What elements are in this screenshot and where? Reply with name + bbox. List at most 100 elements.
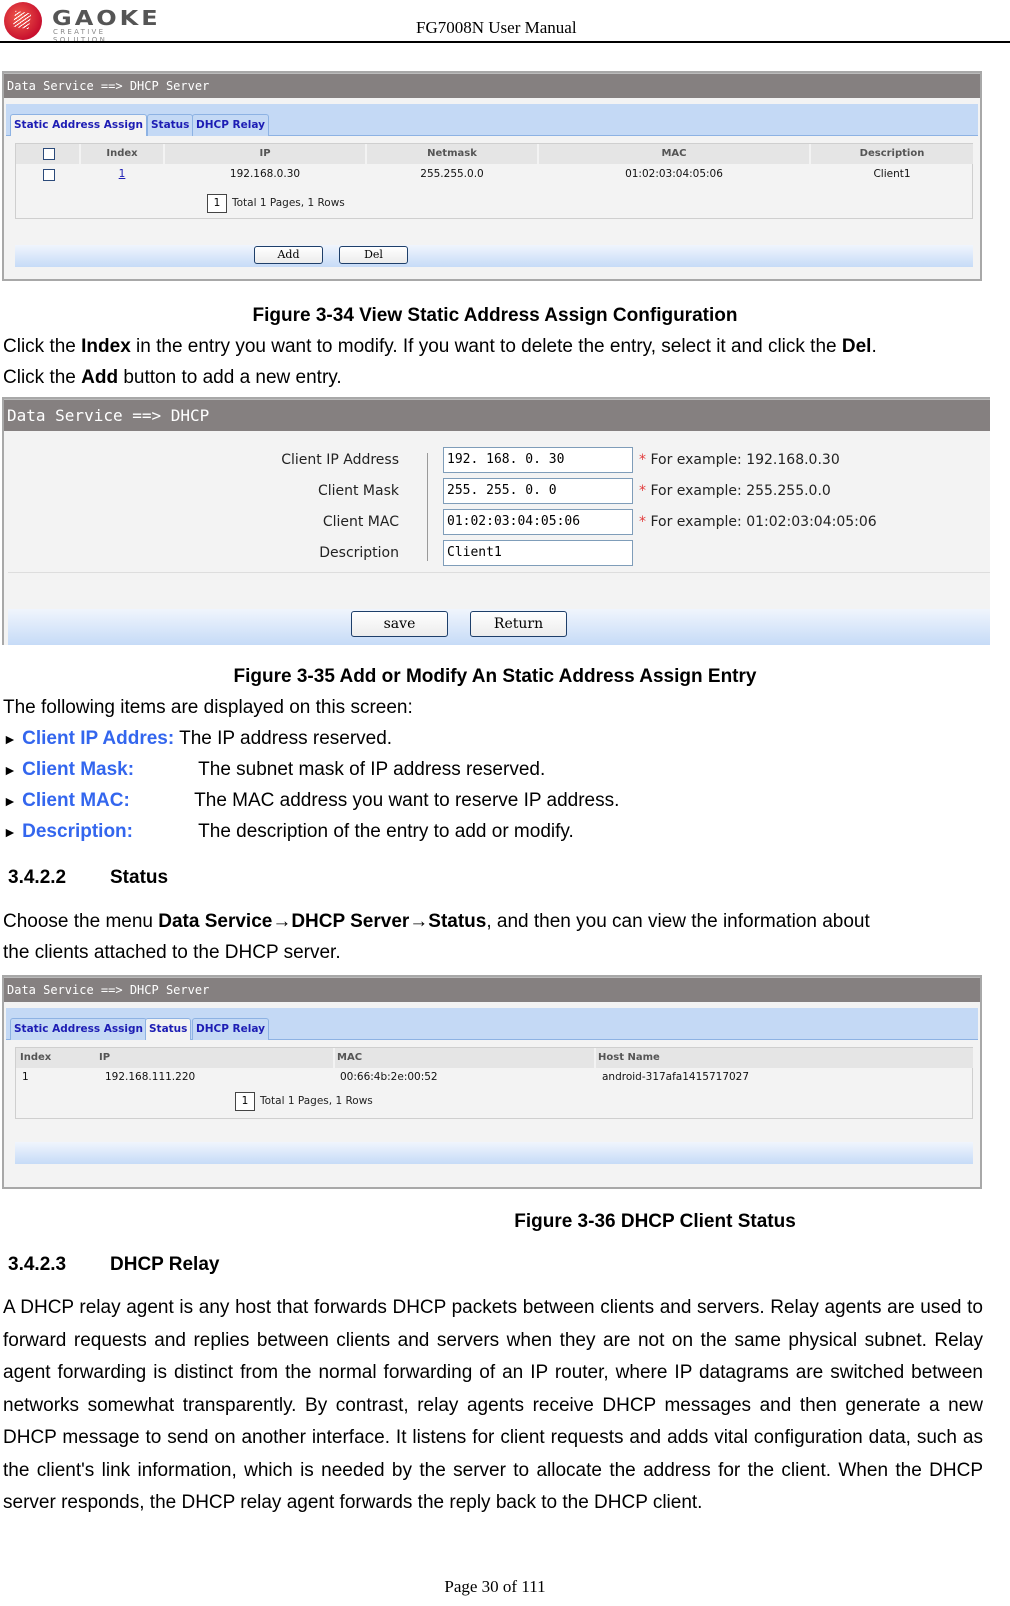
text: Choose the menu xyxy=(3,911,159,932)
hint-text: For example: 192.168.0.30 xyxy=(650,452,840,468)
paragraph-status-intro: Choose the menu Data Service→DHCP Server… xyxy=(3,911,870,933)
section-title: Status xyxy=(110,867,169,888)
client-ip-input[interactable]: 192. 168. 0. 30 xyxy=(443,447,633,473)
document-title: FG7008N User Manual xyxy=(416,18,577,37)
item-term: Client Mask: xyxy=(22,759,135,780)
column-header-description: Description xyxy=(811,144,973,164)
row-ip: 192.168.111.220 xyxy=(105,1071,196,1083)
paragraph-add-instructions: Click the Add button to add a new entry. xyxy=(3,367,342,389)
bullet-icon: ► xyxy=(3,762,17,778)
section-heading-dhcp-relay: 3.4.2.3 DHCP Relay xyxy=(8,1254,219,1276)
tab-status[interactable]: Status xyxy=(147,114,194,136)
row-index: 1 xyxy=(22,1071,29,1083)
del-button[interactable]: Del xyxy=(339,246,408,264)
panel-breadcrumb: Data Service ==> DHCP Server xyxy=(4,977,980,1002)
button-bar: save Return xyxy=(8,609,990,645)
hint-text: For example: 01:02:03:04:05:06 xyxy=(650,514,877,530)
section-number: 3.4.2.3 xyxy=(8,1254,67,1275)
paragraph-status-intro-line2: the clients attached to the DHCP server. xyxy=(3,942,341,963)
row-mac: 00:66:4b:2e:00:52 xyxy=(340,1071,438,1083)
paragraph-modify-instructions: Click the Index in the entry you want to… xyxy=(3,336,877,358)
add-button[interactable]: Add xyxy=(254,246,323,264)
row-checkbox[interactable] xyxy=(43,169,55,181)
bullet-icon: ► xyxy=(3,793,17,809)
bold-menu-path: Data Service→DHCP Server→Status xyxy=(158,911,487,932)
bold-del: Del xyxy=(841,336,872,357)
pager-page-button[interactable]: 1 xyxy=(207,194,227,213)
form-separator xyxy=(8,572,990,573)
item-term: Client IP Addres: xyxy=(22,728,175,749)
row-ip: 192.168.0.30 xyxy=(229,168,301,180)
item-term: Description: xyxy=(22,821,133,842)
column-header-index: Index xyxy=(81,144,163,164)
tab-bar: Static Address Assign Status DHCP Relay xyxy=(6,104,978,136)
item-client-ip: ► Client IP Addres: The IP address reser… xyxy=(3,728,392,750)
tab-status[interactable]: Status xyxy=(145,1018,192,1040)
item-client-mask: ► Client Mask: The subnet mask of IP addr… xyxy=(3,759,545,781)
description-input[interactable]: Client1 xyxy=(443,540,633,566)
column-header-ip: IP xyxy=(165,144,365,164)
item-desc: The IP address reserved. xyxy=(179,728,393,749)
required-marker: * xyxy=(639,452,646,468)
select-all-checkbox[interactable] xyxy=(43,148,55,160)
row-index-link[interactable]: 1 xyxy=(81,168,163,180)
client-mac-input[interactable]: 01:02:03:04:05:06 xyxy=(443,509,633,535)
pager-text: Total 1 Pages, 1 Rows xyxy=(260,1095,373,1107)
client-mac-hint: * For example: 01:02:03:04:05:06 xyxy=(639,514,877,530)
tab-bar: Static Address Assign Status DHCP Relay xyxy=(6,1008,978,1040)
label-client-mac: Client MAC xyxy=(322,514,399,530)
logo-mark-icon xyxy=(4,2,42,40)
client-mask-hint: * For example: 255.255.0.0 xyxy=(639,483,831,499)
logo-word: GAOKE xyxy=(52,6,161,30)
text: button to add a new entry. xyxy=(118,367,342,388)
figure-3-36-caption: Figure 3-36 DHCP Client Status xyxy=(514,1211,796,1232)
bold-add: Add xyxy=(81,367,119,388)
text: in the entry you want to modify. If you … xyxy=(130,336,842,357)
item-desc: The subnet mask of IP address reserved. xyxy=(198,759,546,780)
text: , and then you can view the information … xyxy=(486,911,870,932)
bullet-icon: ► xyxy=(3,824,17,840)
column-header-netmask: Netmask xyxy=(367,144,537,164)
figure-3-35-caption: Figure 3-35 Add or Modify An Static Addr… xyxy=(233,666,757,687)
tab-dhcp-relay[interactable]: DHCP Relay xyxy=(192,114,269,136)
item-description: ► Description: The description of the ent… xyxy=(3,821,574,843)
column-header-host-name: Host Name xyxy=(596,1048,973,1068)
row-netmask: 255.255.0.0 xyxy=(420,168,484,180)
button-bar xyxy=(15,1142,973,1164)
save-button[interactable]: save xyxy=(351,611,448,637)
pager-page-button[interactable]: 1 xyxy=(235,1092,255,1111)
text: . xyxy=(871,336,877,357)
figure-3-35-add-entry-screenshot: Data Service ==> DHCP Client IP Address … xyxy=(2,397,990,645)
return-button[interactable]: Return xyxy=(470,611,567,637)
panel-breadcrumb: Data Service ==> DHCP xyxy=(4,399,990,431)
page-number: Page 30 of 111 xyxy=(444,1577,546,1596)
item-desc: The MAC address you want to reserve IP a… xyxy=(194,790,620,811)
bold-index: Index xyxy=(81,336,131,357)
column-header-mac: MAC xyxy=(335,1048,594,1068)
client-mask-input[interactable]: 255. 255. 0. 0 xyxy=(443,478,633,504)
gaoke-logo: GAOKE CREATIVE SOLUTION xyxy=(2,2,162,44)
static-assign-table: Index IP Netmask MAC Description 1 192.1… xyxy=(15,143,973,219)
required-marker: * xyxy=(639,514,646,530)
label-description: Description xyxy=(319,545,399,561)
index-link-text[interactable]: 1 xyxy=(119,168,126,180)
tab-dhcp-relay[interactable]: DHCP Relay xyxy=(192,1018,269,1040)
item-client-mac: ► Client MAC: The MAC address you want to… xyxy=(3,790,619,812)
label-client-ip: Client IP Address xyxy=(281,452,399,468)
section-heading-status: 3.4.2.2 Status xyxy=(8,867,168,889)
header-select-cell xyxy=(16,144,79,164)
section-number: 3.4.2.2 xyxy=(8,867,67,888)
column-header-ip: IP xyxy=(96,1048,333,1068)
column-header-index: Index xyxy=(16,1048,96,1068)
required-marker: * xyxy=(639,483,646,499)
tab-static-address-assign[interactable]: Static Address Assign xyxy=(10,1018,147,1040)
text: Click the xyxy=(3,336,82,357)
panel-breadcrumb: Data Service ==> DHCP Server xyxy=(4,73,980,98)
item-term: Client MAC: xyxy=(22,790,130,811)
client-ip-hint: * For example: 192.168.0.30 xyxy=(639,452,840,468)
item-desc: The description of the entry to add or m… xyxy=(198,821,574,842)
tab-static-address-assign[interactable]: Static Address Assign xyxy=(10,114,147,136)
section-title: DHCP Relay xyxy=(110,1254,220,1275)
pager-text: Total 1 Pages, 1 Rows xyxy=(232,197,345,209)
form-divider xyxy=(427,453,428,561)
